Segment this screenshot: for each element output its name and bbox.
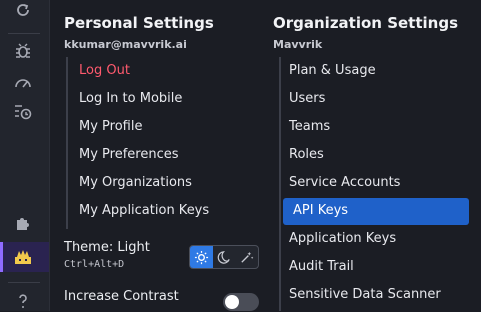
increase-contrast-toggle[interactable] <box>223 293 259 311</box>
bug-icon[interactable] <box>12 40 34 62</box>
theme-shortcut: Ctrl+Alt+D <box>64 259 125 270</box>
organization-settings-title: Organization Settings <box>273 14 459 32</box>
sun-icon <box>194 250 208 264</box>
service-accounts-link[interactable]: Service Accounts <box>279 170 469 196</box>
sensitive-data-scanner-link[interactable]: Sensitive Data Scanner <box>279 282 469 308</box>
nav-rail <box>0 0 50 311</box>
toggle-knob <box>225 295 239 309</box>
user-email: kkumar@mavvrik.ai <box>64 38 187 51</box>
rail-divider <box>8 33 40 34</box>
rail-divider <box>8 282 40 283</box>
personal-settings-title: Personal Settings <box>64 14 214 32</box>
personal-list-line <box>66 57 68 229</box>
list-timer-icon[interactable] <box>12 101 34 123</box>
puzzle-icon[interactable] <box>12 212 34 234</box>
organization-name: Mavvrik <box>273 38 323 51</box>
teams-link[interactable]: Teams <box>279 114 469 140</box>
theme-label: Theme: Light <box>64 240 150 255</box>
application-keys-link[interactable]: Application Keys <box>279 226 469 252</box>
moon-icon <box>217 250 230 264</box>
log-out-link[interactable]: Log Out <box>69 58 130 84</box>
my-organizations-link[interactable]: My Organizations <box>69 170 192 196</box>
audit-trail-link[interactable]: Audit Trail <box>279 254 469 280</box>
refresh-icon[interactable] <box>12 0 34 22</box>
my-profile-link[interactable]: My Profile <box>69 114 142 140</box>
auto-wand-icon <box>241 251 254 263</box>
roles-link[interactable]: Roles <box>279 142 469 168</box>
users-link[interactable]: Users <box>279 86 469 112</box>
theme-toggle <box>189 245 259 269</box>
org-avatar-icon[interactable] <box>12 246 34 268</box>
api-keys-link[interactable]: API Keys <box>283 198 469 225</box>
plan-usage-link[interactable]: Plan & Usage <box>279 58 469 84</box>
log-in-to-mobile-link[interactable]: Log In to Mobile <box>69 86 182 112</box>
increase-contrast-label: Increase Contrast <box>64 289 179 304</box>
light-theme-button[interactable] <box>190 246 213 268</box>
my-preferences-link[interactable]: My Preferences <box>69 142 179 168</box>
speedometer-icon[interactable] <box>12 72 34 94</box>
help-icon[interactable] <box>12 290 34 312</box>
dark-theme-button[interactable] <box>213 246 236 268</box>
my-application-keys-link[interactable]: My Application Keys <box>69 198 209 224</box>
auto-theme-button[interactable] <box>235 246 258 268</box>
